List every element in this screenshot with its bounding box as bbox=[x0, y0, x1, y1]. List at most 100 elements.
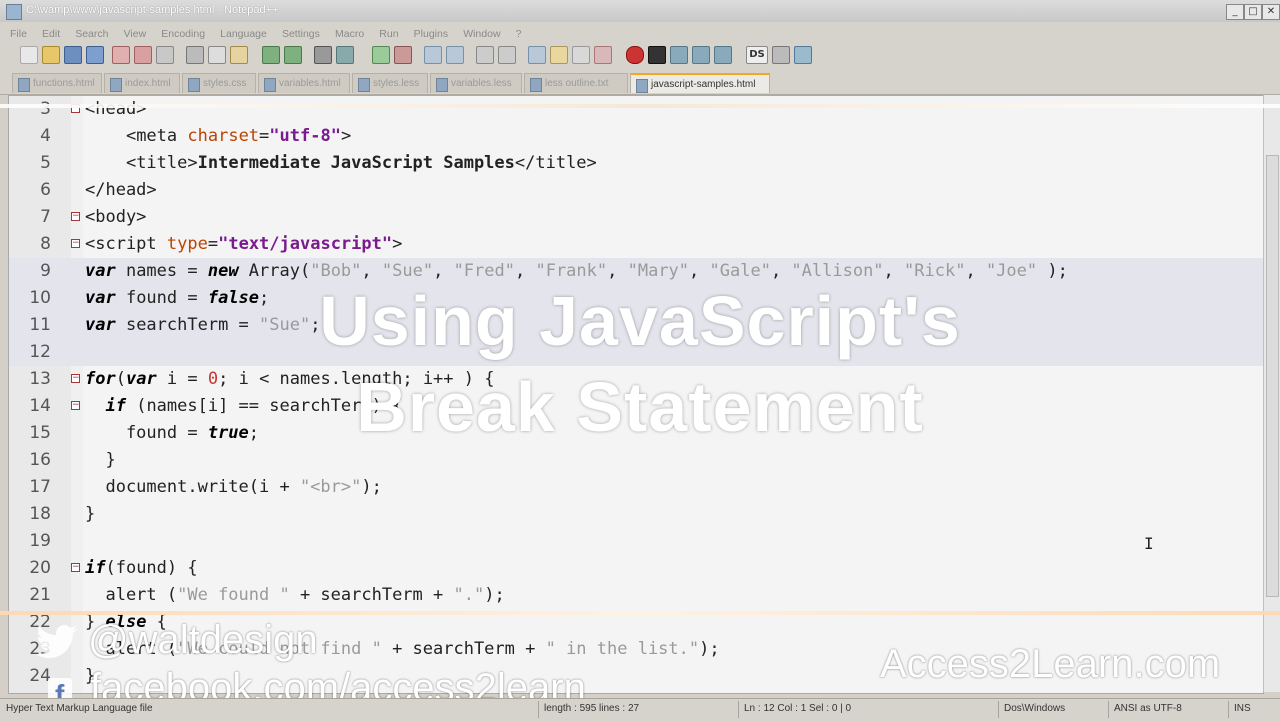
close-button[interactable]: ✕ bbox=[1262, 4, 1280, 20]
tab-label: less outline.txt bbox=[545, 78, 609, 89]
file-icon bbox=[188, 78, 200, 92]
toolbar: DS bbox=[0, 40, 1280, 70]
tab-less-outline[interactable]: less outline.txt bbox=[524, 73, 628, 93]
headline-line-2: Break Statement bbox=[356, 368, 924, 446]
tab-variables-html[interactable]: variables.html bbox=[258, 73, 350, 93]
code-line: 7 − <body> bbox=[9, 204, 1263, 231]
code-line: 5 <title>Intermediate JavaScript Samples… bbox=[9, 150, 1263, 177]
code-text: } bbox=[85, 504, 96, 524]
line-number: 17 bbox=[29, 477, 51, 497]
line-number: 4 bbox=[40, 126, 51, 146]
ds-plugin-button[interactable]: DS bbox=[746, 46, 768, 64]
status-divider bbox=[538, 701, 539, 718]
save-all-icon[interactable] bbox=[86, 46, 104, 64]
tab-index[interactable]: index.html bbox=[104, 73, 180, 93]
file-icon bbox=[18, 78, 30, 92]
play-macro-icon[interactable] bbox=[670, 46, 688, 64]
open-file-icon[interactable] bbox=[42, 46, 60, 64]
status-length: length : 595 lines : 27 bbox=[544, 703, 640, 714]
sync-horizontal-icon[interactable] bbox=[446, 46, 464, 64]
tab-label: variables.html bbox=[279, 78, 341, 89]
code-line: 4 <meta charset="utf-8"> bbox=[9, 123, 1263, 150]
code-line: 16 } bbox=[9, 447, 1263, 474]
twitter-bird-icon bbox=[36, 625, 77, 658]
find-icon[interactable] bbox=[314, 46, 332, 64]
sync-vertical-icon[interactable] bbox=[424, 46, 442, 64]
save-macro-icon[interactable] bbox=[714, 46, 732, 64]
doc-map-icon[interactable] bbox=[572, 46, 590, 64]
file-icon bbox=[358, 78, 370, 92]
file-icon bbox=[264, 78, 276, 92]
tab-label: styles.less bbox=[373, 78, 420, 89]
tab-functions[interactable]: functions.html bbox=[12, 73, 102, 93]
code-line: 18 } bbox=[9, 501, 1263, 528]
menu-bar: File Edit Search View Encoding Language … bbox=[0, 22, 1280, 40]
line-number: 24 bbox=[29, 666, 51, 686]
close-all-icon[interactable] bbox=[134, 46, 152, 64]
tab-label: javascript-samples.html bbox=[651, 79, 756, 90]
zoom-in-icon[interactable] bbox=[372, 46, 390, 64]
line-number: 16 bbox=[29, 450, 51, 470]
cut-icon[interactable] bbox=[186, 46, 204, 64]
maximize-button[interactable]: □ bbox=[1244, 4, 1262, 20]
site-url: Access2Learn.com bbox=[880, 642, 1221, 686]
udl-icon[interactable] bbox=[550, 46, 568, 64]
ibeam-cursor-icon: I bbox=[1144, 534, 1154, 553]
status-file-type: Hyper Text Markup Language file bbox=[6, 703, 153, 714]
replace-icon[interactable] bbox=[336, 46, 354, 64]
print-icon[interactable] bbox=[156, 46, 174, 64]
show-all-chars-icon[interactable] bbox=[498, 46, 516, 64]
status-insert-mode: INS bbox=[1234, 703, 1251, 714]
tab-variables-less[interactable]: variables.less bbox=[430, 73, 522, 93]
code-line: 21 alert ("We found " + searchTerm + "."… bbox=[9, 582, 1263, 609]
code-line: 17 document.write(i + "<br>"); bbox=[9, 474, 1263, 501]
undo-icon[interactable] bbox=[262, 46, 280, 64]
tab-styles-css[interactable]: styles.css bbox=[182, 73, 256, 93]
zoom-out-icon[interactable] bbox=[394, 46, 412, 64]
fold-toggle-icon[interactable]: − bbox=[71, 239, 80, 248]
redo-icon[interactable] bbox=[284, 46, 302, 64]
line-number: 21 bbox=[29, 585, 51, 605]
code-text: <title>Intermediate JavaScript Samples</… bbox=[125, 153, 597, 173]
line-number: 7 bbox=[40, 207, 51, 227]
status-eol: Dos\Windows bbox=[1004, 703, 1066, 714]
plugin-compare-icon[interactable] bbox=[794, 46, 812, 64]
headline-line-1: Using JavaScript's bbox=[319, 282, 961, 360]
code-line: 3 − <head> bbox=[9, 96, 1263, 123]
code-text: document.write(i + "<br>"); bbox=[85, 477, 382, 497]
indent-guide-icon[interactable] bbox=[528, 46, 546, 64]
stop-macro-icon[interactable] bbox=[648, 46, 666, 64]
plugin-icon[interactable] bbox=[772, 46, 790, 64]
code-text: <script type="text/javascript"> bbox=[85, 234, 403, 254]
code-text: </head> bbox=[85, 180, 157, 200]
new-file-icon[interactable] bbox=[20, 46, 38, 64]
status-divider bbox=[1228, 701, 1229, 718]
save-icon[interactable] bbox=[64, 46, 82, 64]
tab-javascript-samples[interactable]: javascript-samples.html bbox=[630, 73, 770, 93]
status-divider bbox=[998, 701, 999, 718]
function-list-icon[interactable] bbox=[594, 46, 612, 64]
copy-icon[interactable] bbox=[208, 46, 226, 64]
run-macro-multiple-icon[interactable] bbox=[692, 46, 710, 64]
line-number: 3 bbox=[40, 99, 51, 119]
line-number: 19 bbox=[29, 531, 51, 551]
file-icon bbox=[110, 78, 122, 92]
fold-toggle-icon[interactable]: − bbox=[71, 212, 80, 221]
fold-toggle-icon[interactable]: − bbox=[71, 563, 80, 572]
tab-label: index.html bbox=[125, 78, 171, 89]
status-encoding: ANSI as UTF-8 bbox=[1114, 703, 1182, 714]
paste-icon[interactable] bbox=[230, 46, 248, 64]
tab-styles-less[interactable]: styles.less bbox=[352, 73, 428, 93]
code-text: if(found) { bbox=[85, 558, 198, 578]
code-text: <meta charset="utf-8"> bbox=[125, 126, 352, 146]
code-text: <head> bbox=[85, 99, 147, 119]
record-macro-icon[interactable] bbox=[626, 46, 644, 64]
minimize-button[interactable]: _ bbox=[1226, 4, 1244, 20]
file-icon bbox=[636, 79, 648, 93]
code-line: 6 </head> bbox=[9, 177, 1263, 204]
code-line: 20 − if(found) { bbox=[9, 555, 1263, 582]
video-title-overlay: Using JavaScript's Break Statement bbox=[0, 278, 1280, 450]
document-tabs: functions.html index.html styles.css var… bbox=[0, 70, 1280, 95]
word-wrap-icon[interactable] bbox=[476, 46, 494, 64]
close-file-icon[interactable] bbox=[112, 46, 130, 64]
